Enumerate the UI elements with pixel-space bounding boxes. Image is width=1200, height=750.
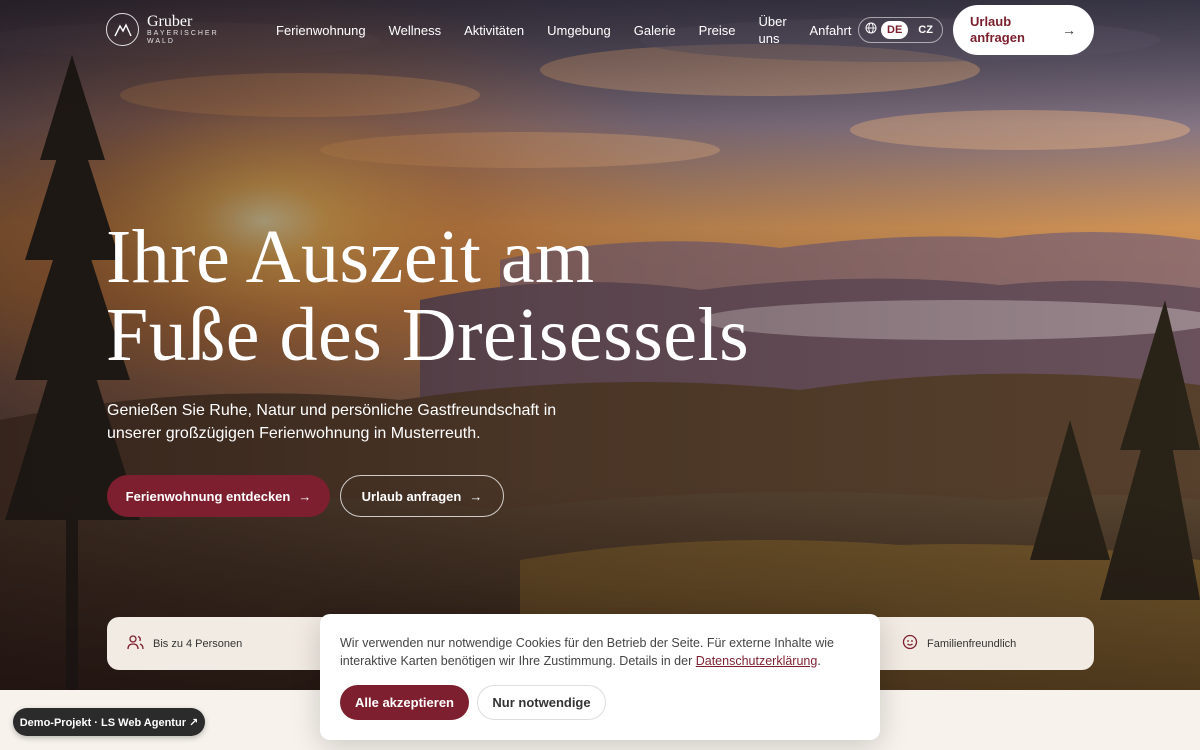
demo-project-badge[interactable]: Demo-Projekt · LS Web Agentur ↗	[13, 708, 205, 736]
hero-request-button[interactable]: Urlaub anfragen →	[340, 475, 504, 517]
cookie-text-end: .	[817, 654, 821, 668]
globe-icon	[865, 21, 877, 39]
hero-title-line2: Fuße des Dreisessels	[106, 293, 750, 377]
arrow-right-icon: →	[1062, 22, 1076, 38]
site-header: Gruber BAYERISCHER WALD Ferienwohnung We…	[0, 0, 1200, 60]
hero-subtitle: Genießen Sie Ruhe, Natur und persönliche…	[107, 402, 557, 442]
necessary-cookies-button[interactable]: Nur notwendige	[477, 685, 606, 720]
cookie-text: Wir verwenden nur notwendige Cookies für…	[340, 634, 860, 670]
hero-title: Ihre Auszeit am Fuße des Dreisessels	[106, 218, 806, 374]
language-option-de[interactable]: DE	[881, 21, 909, 39]
discover-apartment-label: Ferienwohnung entdecken	[125, 488, 291, 504]
nav-item-anfahrt[interactable]: Anfahrt	[810, 22, 852, 39]
nav-item-wellness[interactable]: Wellness	[389, 22, 442, 39]
nav-item-aktivitaeten[interactable]: Aktivitäten	[464, 22, 524, 39]
nav-item-ferienwohnung[interactable]: Ferienwohnung	[276, 22, 366, 39]
language-switcher: DE CZ	[858, 17, 943, 43]
family-icon	[902, 634, 918, 653]
nav-item-ueber-uns[interactable]: Über uns	[759, 13, 789, 47]
header-request-button[interactable]: Urlaub anfragen →	[953, 5, 1094, 55]
users-icon	[127, 634, 144, 653]
privacy-policy-link[interactable]: Datenschutzerklärung	[696, 654, 818, 668]
brand-title: Gruber	[147, 13, 193, 30]
cookie-actions: Alle akzeptieren Nur notwendige	[340, 685, 606, 720]
brand-logo[interactable]: Gruber BAYERISCHER WALD	[106, 13, 219, 46]
arrow-right-icon: →	[298, 488, 312, 504]
hero-request-label: Urlaub anfragen	[361, 488, 462, 504]
feature-family: Familienfreundlich	[902, 617, 1016, 670]
nav-item-umgebung[interactable]: Umgebung	[547, 22, 611, 39]
nav-item-galerie[interactable]: Galerie	[634, 22, 676, 39]
hero-title-line1: Ihre Auszeit am	[106, 215, 595, 299]
discover-apartment-button[interactable]: Ferienwohnung entdecken →	[107, 475, 330, 517]
accept-all-cookies-button[interactable]: Alle akzeptieren	[340, 685, 469, 720]
arrow-right-icon: →	[469, 488, 483, 504]
cookie-banner: Wir verwenden nur notwendige Cookies für…	[320, 614, 880, 740]
feature-family-label: Familienfreundlich	[927, 637, 1017, 650]
feature-persons-label: Bis zu 4 Personen	[153, 637, 243, 650]
main-nav: Ferienwohnung Wellness Aktivitäten Umgeb…	[276, 0, 851, 60]
brand-subtitle-1: BAYERISCHER	[147, 30, 219, 37]
language-option-cz[interactable]: CZ	[912, 21, 939, 39]
brand-subtitle-2: WALD	[147, 38, 175, 45]
mountain-logo-icon	[106, 13, 139, 46]
feature-persons: Bis zu 4 Personen	[127, 617, 242, 670]
header-request-label-line1: Urlaub	[970, 14, 1012, 29]
header-request-label-line2: anfragen	[970, 30, 1025, 45]
nav-item-preise[interactable]: Preise	[699, 22, 736, 39]
header-request-label: Urlaub anfragen	[970, 14, 1025, 46]
brand-text: Gruber BAYERISCHER WALD	[147, 13, 219, 46]
